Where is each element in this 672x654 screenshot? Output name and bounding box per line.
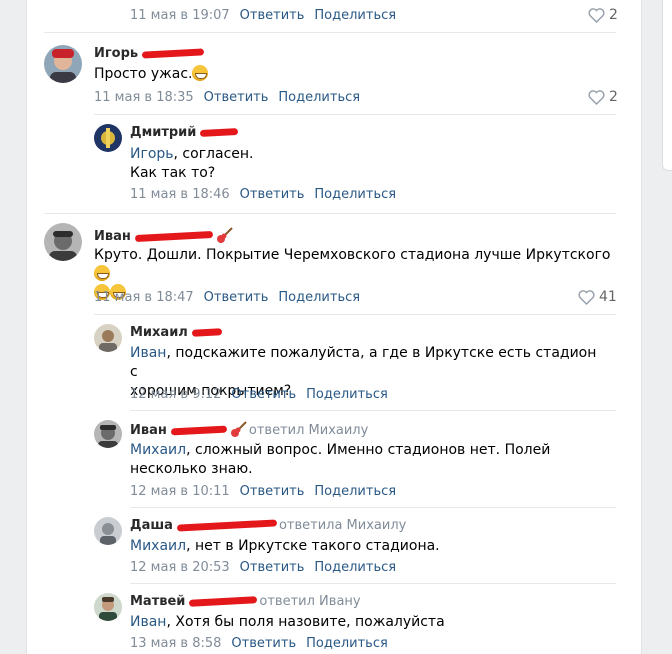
redaction-mark [189,596,258,607]
guitar-icon [216,227,233,243]
divider [94,314,616,315]
mention-link[interactable]: Михаил [130,442,186,458]
grin-emoji-icon [192,65,209,81]
redaction-mark [191,328,223,337]
share-link[interactable]: Поделиться [306,387,388,402]
avatar[interactable] [44,223,82,261]
heart-icon [578,289,595,305]
comment-text: Михаил, нет в Иркутске такого стадиона. [130,538,440,554]
reply-link[interactable]: Ответить [204,90,269,105]
share-link[interactable]: Поделиться [278,90,360,105]
comment-date[interactable]: 11 мая в 19:07 [130,8,230,23]
comment-text: Михаил, сложный вопрос. Именно стадионов… [130,442,551,477]
redaction-mark [170,425,228,435]
comment-meta: 13 мая в 8:58 Ответить Поделиться [130,636,388,651]
share-link[interactable]: Поделиться [278,290,360,305]
mention-link[interactable]: Иван [130,345,166,361]
mention-link[interactable]: Иван [130,614,166,630]
redaction-mark [141,48,205,59]
avatar[interactable] [94,124,122,152]
share-link[interactable]: Поделиться [314,8,396,23]
comment-date[interactable]: 11 мая в 18:46 [130,187,230,202]
redaction-mark [176,519,278,532]
heart-icon [588,7,605,23]
author-name[interactable]: Дмитрий [130,125,239,140]
like-count: 2 [609,7,618,23]
share-link[interactable]: Поделиться [314,560,396,575]
like-button[interactable]: 2 [588,89,618,105]
divider [130,507,616,508]
reply-link[interactable]: Ответить [231,636,296,651]
mention-link[interactable]: Михаил [130,538,186,554]
avatar[interactable] [94,517,122,545]
reply-to-label[interactable]: ответил Ивану [259,594,360,609]
comment-text: Иван, Хотя бы поля назовите, пожалуйста [130,614,445,630]
author-name[interactable]: Михаил [130,325,223,340]
comment-date[interactable]: 12 мая в 9:12 [130,387,221,402]
reply-link[interactable]: Ответить [240,484,305,499]
comment-meta: 11 мая в 18:35 Ответить Поделиться [94,90,360,105]
grin-emoji-icon [94,265,110,281]
comment-text: Просто ужас. [94,65,209,84]
reply-link[interactable]: Ответить [204,290,269,305]
comment-date[interactable]: 11 мая в 18:35 [94,90,194,105]
divider [94,114,616,115]
like-count: 2 [609,89,618,105]
avatar[interactable] [94,324,122,352]
like-button[interactable]: 41 [578,289,617,305]
heart-icon [588,89,605,105]
divider [130,583,616,584]
reply-to-label[interactable]: ответила Михаилу [279,518,406,533]
reply-to-label[interactable]: ответил Михаилу [249,423,368,438]
divider [44,213,616,214]
comment-text: Игорь, согласен. Как так то? [130,146,254,181]
author-name[interactable]: Иван ответил Михаилу [130,421,368,439]
divider [44,32,616,33]
author-name[interactable]: Даша ответила Михаилу [130,518,406,533]
avatar[interactable] [94,593,122,621]
reply-link[interactable]: Ответить [240,8,305,23]
comment-date[interactable]: 12 мая в 20:53 [130,560,230,575]
share-link[interactable]: Поделиться [306,636,388,651]
comment-meta: 11 мая в 18:46 Ответить Поделиться [130,187,396,202]
comment-meta: 11 мая в 18:47 Ответить Поделиться [94,290,360,305]
share-link[interactable]: Поделиться [314,187,396,202]
reply-link[interactable]: Ответить [240,187,305,202]
divider [130,410,616,411]
guitar-icon [230,421,247,437]
redaction-mark [200,128,239,137]
like-count: 41 [599,289,617,305]
share-link[interactable]: Поделиться [314,484,396,499]
mention-link[interactable]: Игорь [130,146,174,162]
reply-link[interactable]: Ответить [231,387,296,402]
like-button[interactable]: 2 [588,7,618,23]
comment-meta: 11 мая в 19:07 Ответить Поделиться [130,8,396,23]
redaction-mark [134,230,214,242]
author-name[interactable]: Иван [94,227,233,245]
comment-meta: 12 мая в 9:12 Ответить Поделиться [130,387,388,402]
comment-date[interactable]: 12 мая в 10:11 [130,484,230,499]
comment-meta: 12 мая в 20:53 Ответить Поделиться [130,560,396,575]
avatar[interactable] [44,45,82,83]
side-panel-edge [662,0,672,171]
author-name[interactable]: Матвей ответил Ивану [130,594,361,609]
comment-date[interactable]: 11 мая в 18:47 [94,290,194,305]
author-name[interactable]: Игорь [94,46,205,61]
reply-link[interactable]: Ответить [240,560,305,575]
comment-meta: 12 мая в 10:11 Ответить Поделиться [130,484,396,499]
avatar[interactable] [94,420,122,448]
comment-date[interactable]: 13 мая в 8:58 [130,636,221,651]
